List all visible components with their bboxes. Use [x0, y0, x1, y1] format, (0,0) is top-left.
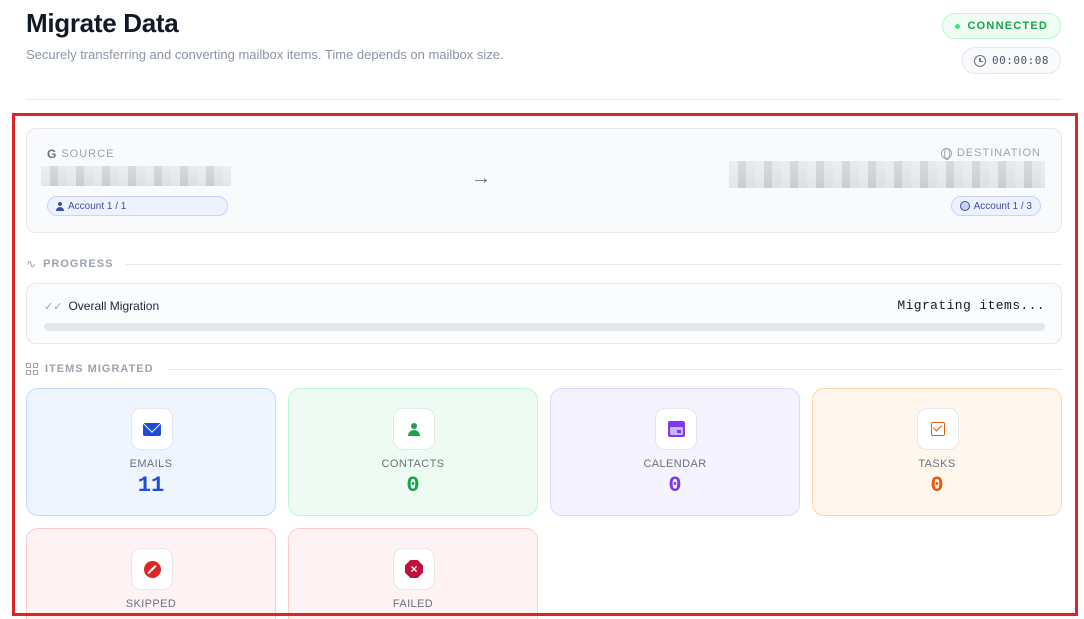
skipped-stat-tile: SKIPPED — [26, 528, 276, 619]
source-address-redacted — [41, 166, 231, 186]
failed-icon-box: × — [393, 548, 435, 590]
progress-section-header: ∿ PROGRESS — [26, 257, 1062, 271]
calendar-icon — [667, 421, 685, 437]
contacts-stat-tile: CONTACTS 0 — [288, 388, 538, 516]
activity-pulse-icon: ∿ — [26, 257, 37, 271]
globe-icon — [940, 147, 952, 160]
source-account-text: Account 1 / 1 — [68, 200, 127, 212]
section-divider — [126, 263, 1062, 265]
migrate-data-page: Migrate Data Securely transferring and c… — [0, 0, 1084, 619]
progress-bar — [44, 323, 1045, 331]
tasks-stat-tile: TASKS 0 — [812, 388, 1062, 516]
migration-status-text: Migrating items... — [897, 298, 1045, 313]
google-g-icon: G — [47, 147, 57, 161]
tasks-count: 0 — [930, 473, 944, 498]
person-icon — [408, 422, 420, 436]
page-subtitle: Securely transferring and converting mai… — [26, 47, 504, 62]
connection-status-text: CONNECTED — [967, 20, 1048, 32]
emails-count: 11 — [137, 473, 165, 498]
contacts-icon-box — [393, 408, 435, 450]
destination-account-chip: Account 1 / 3 — [950, 196, 1041, 216]
tasks-icon-box — [917, 408, 959, 450]
elapsed-timer: 00:00:08 — [962, 47, 1061, 74]
destination-account-text: Account 1 / 3 — [973, 200, 1032, 212]
failed-label: FAILED — [392, 598, 434, 610]
source-account-chip: Account 1 / 1 — [47, 196, 228, 216]
status-dot-icon — [954, 23, 960, 29]
double-check-icon: ✓✓ — [44, 300, 63, 313]
prohibited-icon — [143, 560, 161, 578]
contacts-count: 0 — [406, 473, 420, 498]
source-label: G SOURCE — [47, 147, 114, 161]
emails-label: EMAILS — [129, 458, 173, 470]
destination-label: DESTINATION — [940, 147, 1041, 160]
calendar-stat-tile: CALENDAR 0 — [550, 388, 800, 516]
mail-icon — [143, 422, 161, 436]
clock-icon — [974, 54, 987, 67]
elapsed-time-text: 00:00:08 — [992, 54, 1049, 67]
skipped-label: SKIPPED — [125, 598, 177, 610]
tasks-label: TASKS — [918, 458, 956, 470]
failed-stat-tile: × FAILED — [288, 528, 538, 619]
grid-layout-icon — [26, 363, 38, 375]
arrow-right-icon: → — [471, 167, 491, 189]
calendar-count: 0 — [668, 473, 682, 498]
skipped-icon-box — [131, 548, 173, 590]
stop-x-icon: × — [405, 560, 423, 578]
header-divider — [26, 99, 1061, 100]
overall-migration-label: Overall Migration — [68, 299, 160, 313]
destination-address-redacted — [729, 161, 1045, 188]
source-label-text: SOURCE — [61, 148, 115, 160]
connection-status-badge: CONNECTED — [941, 13, 1061, 39]
contacts-label: CONTACTS — [381, 458, 445, 470]
calendar-icon-box — [655, 408, 697, 450]
section-divider — [166, 368, 1062, 370]
overall-migration-title: ✓✓ Overall Migration — [44, 299, 159, 313]
emails-icon-box — [131, 408, 173, 450]
user-icon — [56, 201, 64, 211]
page-title: Migrate Data — [26, 8, 179, 38]
migration-route-card: G SOURCE Account 1 / 1 → DESTINATION Acc… — [26, 128, 1062, 233]
items-migrated-section-header: ITEMS MIGRATED — [26, 362, 1062, 376]
emails-stat-tile: EMAILS 11 — [26, 388, 276, 516]
calendar-label: CALENDAR — [643, 458, 707, 470]
globe-icon — [959, 201, 970, 211]
overall-migration-card: ✓✓ Overall Migration Migrating items... — [26, 283, 1062, 344]
progress-section-label: PROGRESS — [43, 258, 114, 270]
checkbox-icon — [931, 422, 945, 436]
items-migrated-label: ITEMS MIGRATED — [45, 363, 154, 375]
destination-label-text: DESTINATION — [956, 147, 1041, 159]
